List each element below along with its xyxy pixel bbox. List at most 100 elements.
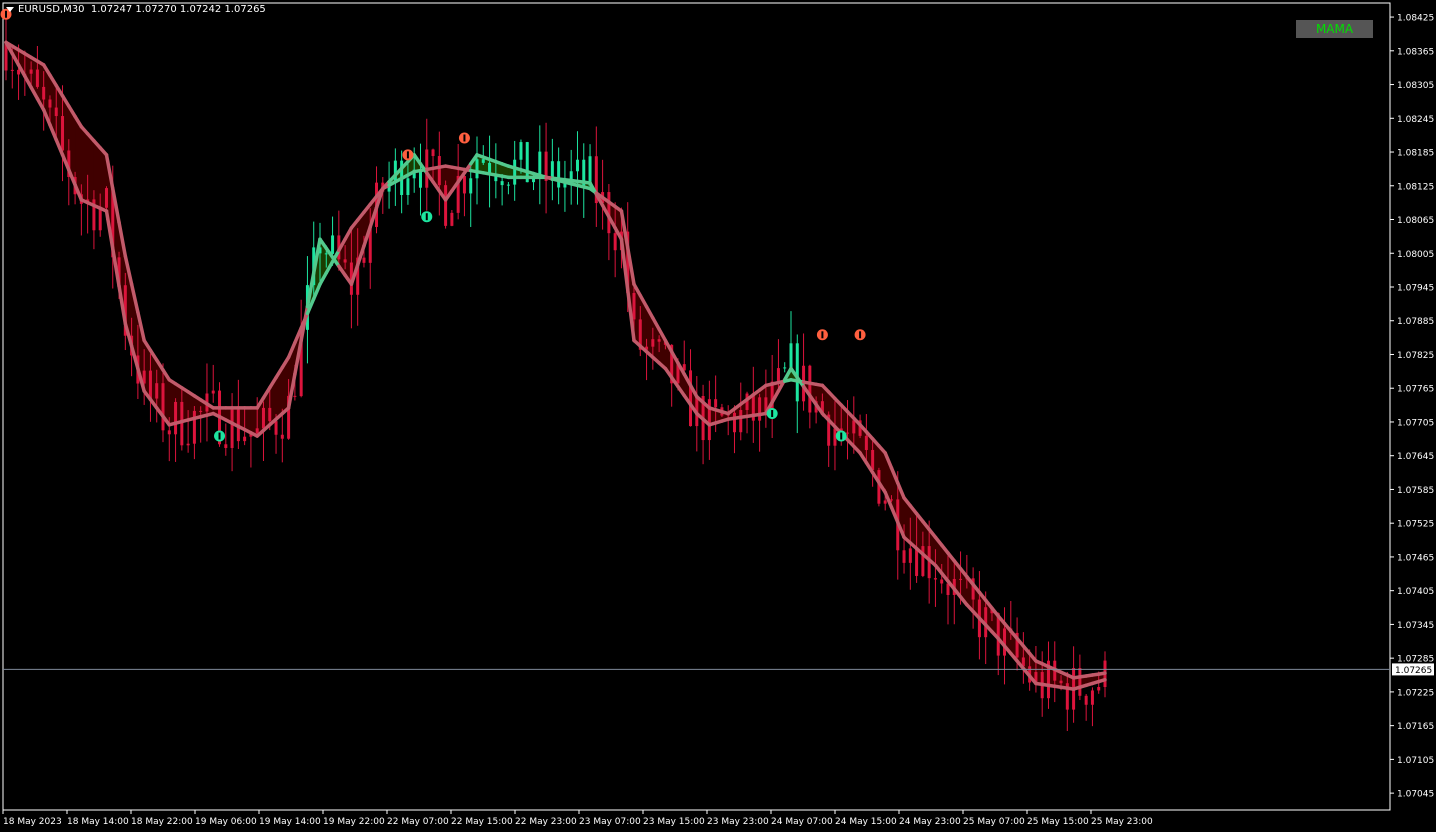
candle-body [243,436,247,442]
candle-body [795,343,799,402]
x-tick-label: 25 May 15:00 [1027,817,1089,827]
candle-body [192,410,196,444]
y-tick-label: 1.07285 [1397,655,1434,665]
candle-body [852,420,856,434]
candle-body [783,367,787,369]
y-tick-label: 1.07705 [1397,418,1434,428]
signal-mark [859,331,862,339]
candle-body [362,257,366,263]
y-tick-label: 1.07405 [1397,587,1434,597]
candle-body [293,395,297,397]
candle-body [343,259,347,263]
ohlc-readout: 1.07247 1.07270 1.07242 1.07265 [90,4,266,15]
candle-body [908,548,912,563]
fama-line-segment [1096,671,1107,676]
signal-mark [406,151,409,159]
candle-body [506,184,510,186]
candle-body [959,578,963,580]
current-price-label: 1.07265 [1395,666,1432,676]
candle-body [331,235,335,254]
candle-body [513,159,517,185]
y-tick-label: 1.08365 [1397,47,1434,57]
price-chart[interactable]: 1.08425 1.08365 1.08305 1.08245 1.08185 1.081… [0,0,1436,832]
candle-body [657,339,661,342]
y-tick-label: 1.07165 [1397,722,1434,732]
x-tick-label: 19 May 06:00 [195,817,257,827]
symbol-label: EURUSD,M30 [18,4,85,15]
candle-body [732,412,736,433]
y-tick-label: 1.07345 [1397,621,1434,631]
dropdown-triangle-icon[interactable] [6,6,14,12]
candle-body [632,293,636,320]
x-tick-label: 24 May 23:00 [899,817,961,827]
y-tick-label: 1.07585 [1397,486,1434,496]
mama-indicator-button[interactable]: MAMA [1296,20,1373,38]
candle-body [500,181,504,186]
candle-body [789,343,793,368]
candle-body [167,430,171,435]
candle-body [846,432,850,434]
candle-body [17,69,21,75]
x-tick-label: 24 May 15:00 [835,817,897,827]
candle-body [689,370,693,427]
x-tick-label: 19 May 14:00 [259,817,321,827]
y-tick-label: 1.07225 [1397,688,1434,698]
y-tick-label: 1.08125 [1397,182,1434,192]
candle-body [199,410,203,412]
candle-body [469,178,473,194]
candle-body [161,383,165,431]
x-tick-label: 25 May 07:00 [963,817,1025,827]
y-tick-label: 1.07525 [1397,520,1434,530]
candle-body [211,390,215,394]
candle-body [444,185,448,226]
candle-body [776,368,780,382]
y-tick-label: 1.08245 [1397,115,1434,125]
candle-body [10,69,14,71]
candle-body [613,233,617,251]
signal-mark [840,432,843,440]
candle-body [651,339,655,347]
candle-body [808,365,812,413]
candle-body [462,175,466,194]
y-tick-label: 1.08305 [1397,81,1434,91]
candle-body [155,383,159,399]
candle-body [450,212,454,226]
x-tick-label: 18 May 22:00 [131,817,193,827]
candle-body [557,161,561,188]
x-tick-label: 18 May 14:00 [67,817,129,827]
candle-body [255,428,259,434]
y-tick-label: 1.07645 [1397,452,1434,462]
chart-header: EURUSD,M30 1.07247 1.07270 1.07242 1.072… [6,4,266,15]
x-tick-label: 23 May 23:00 [707,817,769,827]
candle-body [940,579,944,584]
candle-body [575,159,579,172]
band-fill-segment [87,133,95,206]
signal-mark [771,410,774,418]
candle-body [54,107,58,117]
candle-body [431,149,435,157]
candle-body [61,116,65,151]
candle-body [104,188,108,208]
candle-body [481,159,485,163]
band-fill-segment [93,140,101,209]
candle-body [324,253,328,255]
x-tick-label: 23 May 15:00 [643,817,705,827]
candle-body [148,370,152,399]
candle-body [261,407,265,429]
candle-body [758,397,762,421]
x-tick-label: 18 May 2023 [3,817,62,827]
candle-body [48,99,52,108]
candle-body [1078,668,1082,696]
y-tick-label: 1.07045 [1397,790,1434,800]
candle-body [1090,690,1094,705]
candle-body [280,434,284,439]
candle-body [915,548,919,576]
candle-body [186,443,190,446]
x-tick-label: 22 May 07:00 [387,817,449,827]
candle-body [475,159,479,179]
candle-body [437,156,441,186]
y-tick-label: 1.08065 [1397,216,1434,226]
band-fill-segment [81,126,88,204]
candle-body [714,399,718,408]
candle-body [29,69,33,74]
